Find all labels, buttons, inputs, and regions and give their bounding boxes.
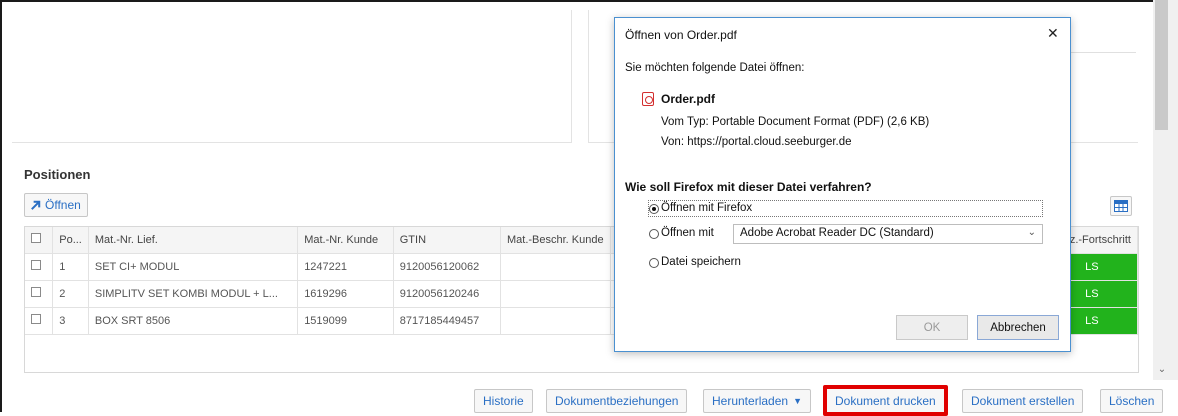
row-select-cell[interactable] <box>25 307 54 335</box>
column-header[interactable]: Mat.-Nr. Lief. <box>88 227 299 254</box>
ok-button[interactable]: OK <box>896 315 968 340</box>
dialog-question: Wie soll Firefox mit dieser Datei verfah… <box>625 180 872 194</box>
close-icon[interactable]: ✕ <box>1047 25 1059 42</box>
file-type: Vom Typ: Portable Document Format (PDF) … <box>661 116 929 128</box>
section-title: Positionen <box>24 167 91 182</box>
abbrechen-button[interactable]: Abbrechen <box>977 315 1059 340</box>
dokument-erstellen-button[interactable]: Dokument erstellen <box>962 389 1084 413</box>
herunterladen-button[interactable]: Herunterladen ▼ <box>703 389 811 413</box>
cell-pos: 2 <box>52 280 89 308</box>
cell-pos: 1 <box>52 253 89 281</box>
herunterladen-label: Herunterladen <box>712 394 789 408</box>
column-header[interactable]: Mat.-Beschr. Kunde <box>500 227 611 254</box>
historie-button[interactable]: Historie <box>474 389 533 413</box>
cell-mat-kunde: 1247221 <box>297 253 394 281</box>
scrollbar-thumb[interactable] <box>1155 0 1168 130</box>
radio-open-firefox-label[interactable]: Öffnen mit Firefox <box>661 202 752 214</box>
table-settings-button[interactable] <box>1110 196 1132 216</box>
application-select-value: Adobe Acrobat Reader DC (Standard) <box>740 227 934 239</box>
pdf-file-icon <box>642 92 654 106</box>
row-checkbox[interactable] <box>31 260 41 270</box>
cell-mat-kunde: 1519099 <box>297 307 394 335</box>
cell-gtin: 9120056120062 <box>393 253 502 281</box>
select-all-cell[interactable] <box>25 227 54 254</box>
radio-save-file-label[interactable]: Datei speichern <box>661 256 741 268</box>
file-source-label: Von: <box>661 136 685 148</box>
dialog-title: Öffnen von Order.pdf <box>625 28 737 42</box>
caret-down-icon: ▼ <box>793 396 802 406</box>
application-select[interactable]: Adobe Acrobat Reader DC (Standard) ⌄ <box>733 224 1043 244</box>
column-header[interactable]: Mat.-Nr. Kunde <box>297 227 394 254</box>
radio-open-firefox[interactable] <box>649 204 659 214</box>
header-panel-left <box>12 10 572 143</box>
cell-mat-lief: BOX SRT 8506 <box>88 307 299 335</box>
row-select-cell[interactable] <box>25 280 54 308</box>
cell-gtin: 8717185449457 <box>393 307 502 335</box>
radio-open-with[interactable] <box>649 229 659 239</box>
cell-mat-lief: SET CI+ MODUL <box>88 253 299 281</box>
open-button-label: Öffnen <box>45 198 81 212</box>
file-type-label: Vom Typ: <box>661 116 709 128</box>
file-type-value: Portable Document Format (PDF) (2,6 KB) <box>711 116 930 128</box>
table-settings-icon <box>1114 200 1128 212</box>
arrow-up-right-icon <box>31 200 41 210</box>
row-select-cell[interactable] <box>25 253 54 281</box>
cell-pos: 3 <box>52 307 89 335</box>
chevron-down-icon: ⌄ <box>1027 227 1036 238</box>
open-file-dialog: Öffnen von Order.pdf ✕ Sie möchten folge… <box>614 17 1071 352</box>
cell-mat-beschr <box>500 280 611 308</box>
cell-mat-kunde: 1619296 <box>297 280 394 308</box>
row-checkbox[interactable] <box>31 314 41 324</box>
divider <box>1070 52 1136 53</box>
radio-open-with-label[interactable]: Öffnen mit <box>661 227 714 239</box>
cell-gtin: 9120056120246 <box>393 280 502 308</box>
radio-save-file[interactable] <box>649 258 659 268</box>
loeschen-button[interactable]: Löschen <box>1100 389 1164 413</box>
open-button[interactable]: Öffnen <box>24 193 88 217</box>
select-all-checkbox[interactable] <box>31 233 41 244</box>
column-header[interactable]: Po... <box>52 227 89 254</box>
column-header[interactable]: GTIN <box>393 227 502 254</box>
file-source: Von: https://portal.cloud.seeburger.de <box>661 136 852 148</box>
cell-mat-beschr <box>500 307 611 335</box>
file-name: Order.pdf <box>661 92 716 106</box>
dialog-prompt: Sie möchten folgende Datei öffnen: <box>625 62 805 74</box>
cell-mat-lief: SIMPLITV SET KOMBI MODUL + L... <box>88 280 299 308</box>
row-checkbox[interactable] <box>31 287 41 297</box>
dokumentbeziehungen-button[interactable]: Dokumentbeziehungen <box>546 389 688 413</box>
scroll-down-icon[interactable]: ⌄ <box>1156 364 1168 376</box>
dokument-drucken-button[interactable]: Dokument drucken <box>823 385 948 416</box>
cell-mat-beschr <box>500 253 611 281</box>
file-source-value: https://portal.cloud.seeburger.de <box>687 136 852 148</box>
